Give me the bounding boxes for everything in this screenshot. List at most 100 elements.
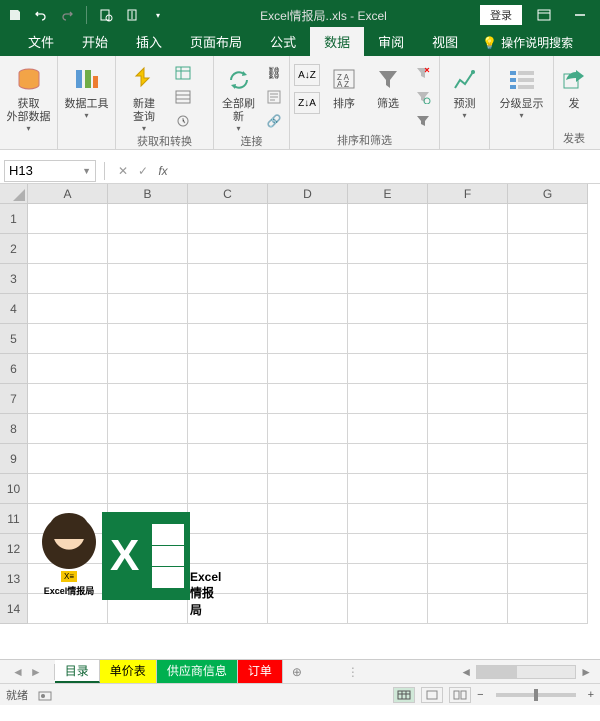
tab-view[interactable]: 视图 bbox=[418, 27, 472, 56]
cell[interactable] bbox=[108, 474, 188, 504]
cell[interactable] bbox=[268, 324, 348, 354]
login-button[interactable]: 登录 bbox=[480, 5, 522, 25]
get-external-data-button[interactable]: 获取 外部数据 ▾ bbox=[4, 60, 53, 133]
sheet-nav-next-icon[interactable]: ► bbox=[30, 665, 42, 679]
cell[interactable] bbox=[348, 474, 428, 504]
cell[interactable] bbox=[108, 354, 188, 384]
column-header[interactable]: E bbox=[348, 184, 428, 204]
ribbon-options-icon[interactable] bbox=[530, 5, 558, 25]
new-query-button[interactable]: 新建 查询 ▾ bbox=[120, 60, 168, 133]
filter-button[interactable]: 筛选 bbox=[368, 60, 408, 111]
cell[interactable] bbox=[348, 444, 428, 474]
cell[interactable] bbox=[188, 414, 268, 444]
cell[interactable] bbox=[268, 534, 348, 564]
cell[interactable] bbox=[428, 354, 508, 384]
print-preview-icon[interactable] bbox=[97, 6, 115, 24]
cell[interactable] bbox=[188, 204, 268, 234]
cell[interactable] bbox=[268, 354, 348, 384]
cell[interactable] bbox=[188, 354, 268, 384]
cell[interactable] bbox=[508, 564, 588, 594]
cell[interactable] bbox=[108, 324, 188, 354]
column-header[interactable]: F bbox=[428, 184, 508, 204]
cell[interactable] bbox=[188, 234, 268, 264]
cell[interactable] bbox=[28, 354, 108, 384]
cell[interactable] bbox=[268, 564, 348, 594]
cell[interactable] bbox=[188, 384, 268, 414]
forecast-button[interactable]: 预测 ▾ bbox=[444, 60, 485, 120]
qat-customize-icon[interactable]: ▾ bbox=[149, 6, 167, 24]
cell[interactable] bbox=[428, 564, 508, 594]
cell[interactable] bbox=[348, 354, 428, 384]
column-header[interactable]: G bbox=[508, 184, 588, 204]
cell[interactable] bbox=[268, 204, 348, 234]
cell[interactable] bbox=[348, 414, 428, 444]
cell[interactable] bbox=[108, 414, 188, 444]
sort-desc-icon[interactable]: Z↓A bbox=[294, 92, 320, 114]
undo-icon[interactable] bbox=[32, 6, 50, 24]
cell[interactable] bbox=[108, 294, 188, 324]
cell[interactable] bbox=[428, 504, 508, 534]
fx-icon[interactable]: fx bbox=[153, 164, 173, 178]
row-header[interactable]: 10 bbox=[0, 474, 28, 504]
cell[interactable] bbox=[268, 414, 348, 444]
column-header[interactable]: D bbox=[268, 184, 348, 204]
cell[interactable] bbox=[188, 444, 268, 474]
recent-sources-icon[interactable] bbox=[172, 110, 194, 132]
name-box[interactable]: H13 ▼ bbox=[4, 160, 96, 182]
cell[interactable] bbox=[428, 594, 508, 624]
cell[interactable] bbox=[28, 324, 108, 354]
cell[interactable] bbox=[108, 444, 188, 474]
zoom-slider[interactable] bbox=[496, 693, 576, 697]
cell[interactable] bbox=[508, 384, 588, 414]
show-queries-icon[interactable] bbox=[172, 62, 194, 84]
tab-insert[interactable]: 插入 bbox=[122, 27, 176, 56]
tab-home[interactable]: 开始 bbox=[68, 27, 122, 56]
tell-me-search[interactable]: 💡 操作说明搜索 bbox=[472, 29, 583, 56]
cell[interactable] bbox=[28, 234, 108, 264]
sort-button[interactable]: Z AA Z 排序 bbox=[324, 60, 364, 111]
column-header[interactable]: A bbox=[28, 184, 108, 204]
cell[interactable] bbox=[268, 384, 348, 414]
reapply-icon[interactable] bbox=[412, 86, 434, 108]
sheet-tab[interactable]: 供应商信息 bbox=[157, 660, 238, 683]
cell[interactable] bbox=[508, 414, 588, 444]
cell[interactable] bbox=[188, 474, 268, 504]
cell[interactable] bbox=[268, 594, 348, 624]
data-tools-button[interactable]: 数据工具 ▾ bbox=[62, 60, 111, 120]
embedded-image[interactable]: X≡ Excel情报局 X Excel情报局 bbox=[42, 506, 217, 606]
touch-mode-icon[interactable] bbox=[123, 6, 141, 24]
row-header[interactable]: 13 bbox=[0, 564, 28, 594]
sheet-tab[interactable]: 单价表 bbox=[100, 660, 157, 683]
sheet-tab[interactable]: 目录 bbox=[55, 660, 100, 683]
cell[interactable] bbox=[428, 534, 508, 564]
cell[interactable] bbox=[428, 414, 508, 444]
save-icon[interactable] bbox=[6, 6, 24, 24]
cell[interactable] bbox=[348, 384, 428, 414]
row-header[interactable]: 3 bbox=[0, 264, 28, 294]
cell[interactable] bbox=[508, 354, 588, 384]
cell[interactable] bbox=[28, 474, 108, 504]
redo-icon[interactable] bbox=[58, 6, 76, 24]
edit-links-icon[interactable]: 🔗 bbox=[263, 110, 285, 132]
macro-record-icon[interactable] bbox=[38, 688, 52, 702]
cell[interactable] bbox=[428, 204, 508, 234]
cell[interactable] bbox=[508, 594, 588, 624]
from-table-icon[interactable] bbox=[172, 86, 194, 108]
cell[interactable] bbox=[508, 534, 588, 564]
cell[interactable] bbox=[428, 474, 508, 504]
sheet-tab[interactable]: 订单 bbox=[238, 660, 283, 683]
refresh-all-button[interactable]: 全部刷新 ▾ bbox=[218, 60, 259, 133]
column-header[interactable]: C bbox=[188, 184, 268, 204]
row-header[interactable]: 9 bbox=[0, 444, 28, 474]
cell[interactable] bbox=[268, 234, 348, 264]
cell[interactable] bbox=[348, 294, 428, 324]
row-header[interactable]: 12 bbox=[0, 534, 28, 564]
row-header[interactable]: 4 bbox=[0, 294, 28, 324]
cell[interactable] bbox=[348, 594, 428, 624]
row-header[interactable]: 6 bbox=[0, 354, 28, 384]
properties-icon[interactable] bbox=[263, 86, 285, 108]
cell[interactable] bbox=[428, 444, 508, 474]
cell[interactable] bbox=[508, 234, 588, 264]
page-break-view-button[interactable] bbox=[449, 687, 471, 703]
tab-formulas[interactable]: 公式 bbox=[256, 27, 310, 56]
